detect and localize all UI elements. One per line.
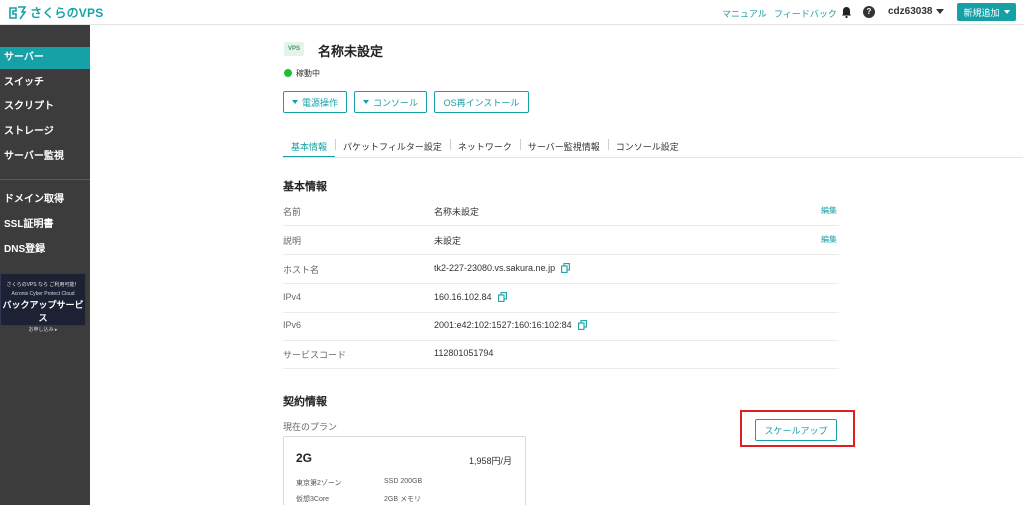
caret-down-icon <box>362 100 369 104</box>
new-add-label: 新規追加 <box>963 7 1000 18</box>
bell-icon[interactable] <box>841 6 852 18</box>
sidebar-divider <box>0 179 90 180</box>
hostname-value: tk2-227-23080.vs.sakura.ne.jp <box>434 263 556 273</box>
tabs-divider <box>283 157 1023 158</box>
banner-line-4: お申し込み ▸ <box>28 327 58 333</box>
plan-memory: 2GB メモリ <box>384 496 421 503</box>
tab-server-monitoring[interactable]: サーバー監視情報 <box>519 136 608 157</box>
plan-cpu: 仮想3Core <box>296 496 330 503</box>
info-row-name: 名前 名称未設定 編集 <box>283 197 839 226</box>
row-label: IPv4 <box>283 292 302 302</box>
row-value: 2001:e42:102:1527:160:16:102:84 <box>434 320 587 330</box>
sidebar-item-server[interactable]: サーバー <box>0 47 90 69</box>
info-row-ipv4: IPv4 160.16.102.84 <box>283 284 839 313</box>
name-value: 名称未設定 <box>434 207 480 217</box>
tab-bar: 基本情報 パケットフィルター設定 ネットワーク サーバー監視情報 コンソール設定 <box>283 136 687 158</box>
plan-price: 1,958円/月 <box>468 456 512 466</box>
help-icon[interactable]: ? <box>863 6 875 18</box>
contract-info-title: 契約情報 <box>283 396 327 408</box>
row-value: 未設定 <box>434 234 461 247</box>
brand-name: さくらのVPS <box>30 6 104 20</box>
feedback-link[interactable]: フィードバック <box>774 7 837 20</box>
info-row-description: 説明 未設定 編集 <box>283 226 839 255</box>
row-label: サービスコード <box>283 350 347 360</box>
description-value: 未設定 <box>434 236 462 246</box>
status-indicator-icon <box>284 69 292 77</box>
tab-basic-info[interactable]: 基本情報 <box>283 136 336 158</box>
copy-icon[interactable] <box>577 320 587 330</box>
plan-storage: SSD 200GB <box>384 478 423 485</box>
scale-up-button[interactable]: スケールアップ <box>755 419 837 441</box>
user-menu[interactable]: cdz63038 <box>888 6 945 17</box>
manual-link[interactable]: マニュアル <box>722 7 767 20</box>
sidebar-item-script[interactable]: スクリプト <box>0 96 90 118</box>
info-row-ipv6: IPv6 2001:e42:102:1527:160:16:102:84 <box>283 312 839 341</box>
current-plan-card: 2G 1,958円/月 東京第2ゾーン SSD 200GB 仮想3Core 2G… <box>283 436 526 505</box>
banner-line-1: さくらのVPS なら ご利用可能！ <box>6 282 80 288</box>
row-value: 名称未設定 <box>434 205 479 218</box>
current-plan-label: 現在のプラン <box>283 422 338 432</box>
top-bar: さくらのVPS マニュアル フィードバック ? cdz63038 新規追加 <box>0 0 1024 25</box>
power-operation-label: 電源操作 <box>301 97 338 108</box>
copy-icon[interactable] <box>497 292 507 302</box>
os-reinstall-button[interactable]: OS再インストール <box>434 91 529 113</box>
backup-service-banner[interactable]: さくらのVPS なら ご利用可能！ Acronis Cyber Protect … <box>0 273 86 333</box>
tab-packet-filter[interactable]: パケットフィルター設定 <box>335 136 450 157</box>
row-label: 名前 <box>283 207 302 217</box>
page-title: 名称未設定 <box>318 44 384 59</box>
sidebar-item-server-monitoring[interactable]: サーバー監視 <box>0 146 90 168</box>
console-label: コンソール <box>372 97 418 108</box>
sakura-logo-icon <box>9 5 27 19</box>
info-row-service-code: サービスコード 112801051794 <box>283 340 839 369</box>
sidebar-item-storage[interactable]: ストレージ <box>0 121 90 143</box>
new-add-button[interactable]: 新規追加 <box>957 3 1016 21</box>
sidebar-item-domain[interactable]: ドメイン取得 <box>0 189 90 211</box>
row-value: 160.16.102.84 <box>434 292 507 302</box>
vps-badge: VPS <box>284 42 304 56</box>
service-code-value: 112801051794 <box>434 348 494 358</box>
plan-zone: 東京第2ゾーン <box>296 480 342 487</box>
console-button[interactable]: コンソール <box>354 91 427 113</box>
ipv6-value: 2001:e42:102:1527:160:16:102:84 <box>434 320 572 330</box>
status-text: 稼動中 <box>296 69 320 78</box>
row-value: 112801051794 <box>434 348 493 358</box>
sidebar-item-dns[interactable]: DNS登録 <box>0 239 90 261</box>
caret-down-icon <box>291 100 298 104</box>
power-operation-button[interactable]: 電源操作 <box>283 91 347 113</box>
sidebar-item-switch[interactable]: スイッチ <box>0 72 90 94</box>
info-row-hostname: ホスト名 tk2-227-23080.vs.sakura.ne.jp <box>283 255 839 284</box>
edit-description-link[interactable]: 編集 <box>821 234 837 245</box>
row-label: IPv6 <box>283 320 302 330</box>
banner-line-2: Acronis Cyber Protect Cloud <box>11 291 75 297</box>
sakura-vps-logo[interactable]: さくらのVPS <box>8 4 103 21</box>
tab-network[interactable]: ネットワーク <box>449 136 520 157</box>
chevron-down-icon <box>936 9 945 14</box>
os-reinstall-label: OS再インストール <box>443 97 520 108</box>
basic-info-title: 基本情報 <box>283 181 327 193</box>
tab-console-settings[interactable]: コンソール設定 <box>607 136 687 157</box>
sidebar: サーバー スイッチ スクリプト ストレージ サーバー監視 ドメイン取得 SSL証… <box>0 25 90 505</box>
chevron-down-icon <box>1003 10 1010 14</box>
row-value: tk2-227-23080.vs.sakura.ne.jp <box>434 263 571 273</box>
row-label: ホスト名 <box>283 265 320 275</box>
row-label: 説明 <box>283 236 302 246</box>
edit-name-link[interactable]: 編集 <box>821 205 837 216</box>
username: cdz63038 <box>888 6 933 17</box>
copy-icon[interactable] <box>561 263 571 273</box>
banner-line-3: バックアップサービス <box>2 300 84 323</box>
plan-name: 2G <box>296 451 313 465</box>
ipv4-value: 160.16.102.84 <box>434 292 492 302</box>
sidebar-item-ssl[interactable]: SSL証明書 <box>0 214 90 236</box>
